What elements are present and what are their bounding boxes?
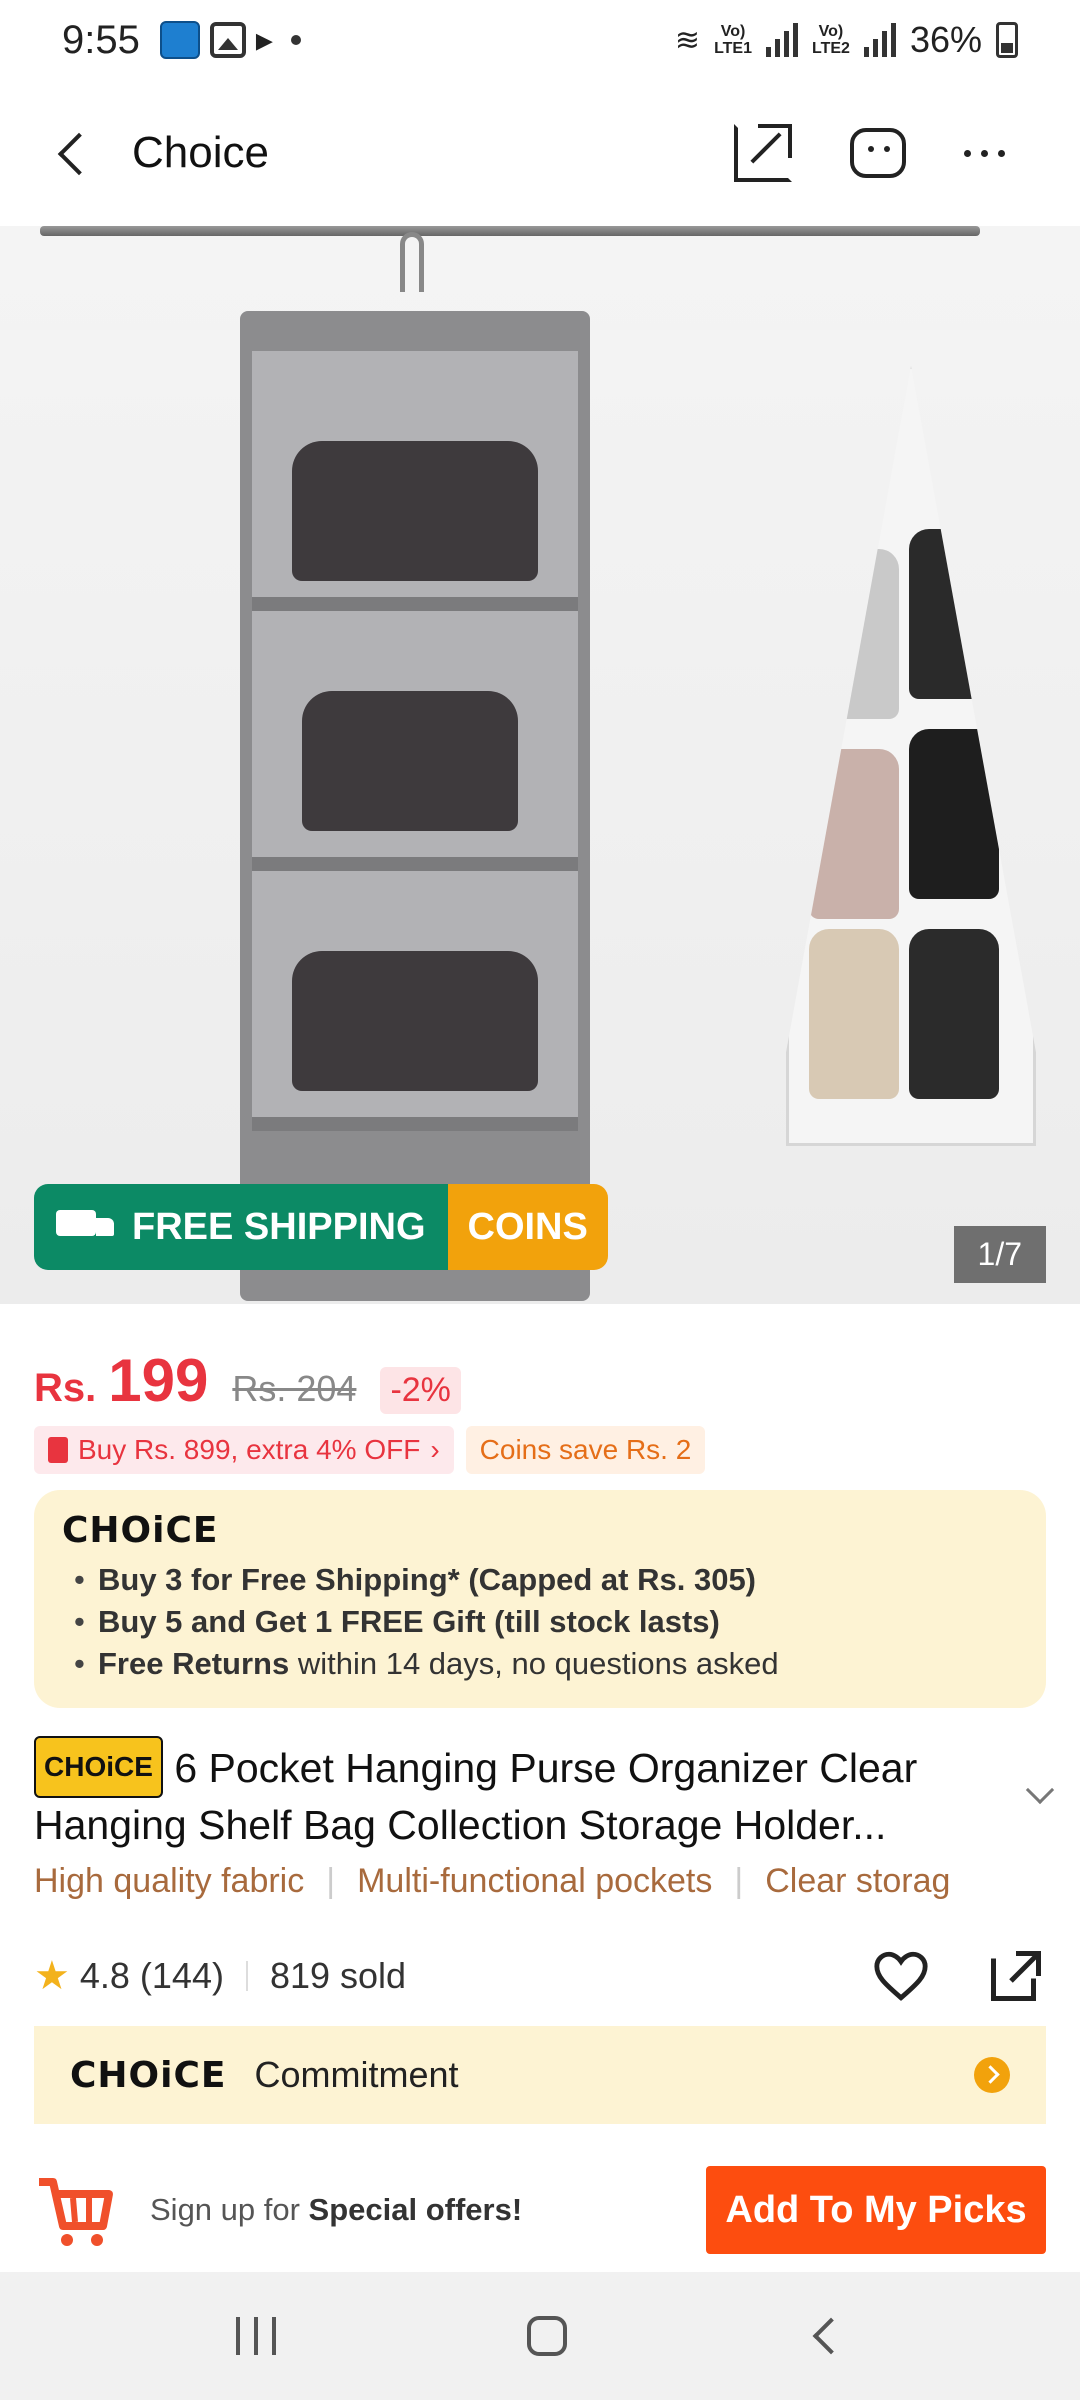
bundle-promo-label: Buy Rs. 899, extra 4% OFF [78,1434,421,1465]
hanger-hook [400,232,424,292]
bottom-action-bar: Sign up for Special offers! Add To My Pi… [0,2148,1080,2272]
battery-icon [996,22,1018,58]
feature-tag: Multi-functional pockets [357,1862,713,1900]
rating-count[interactable]: (144) [140,1955,224,1997]
status-bar: 9:55 ▸ ≋ Vo) LTE1 Vo) LTE2 36% [0,0,1080,80]
add-to-my-picks-button[interactable]: Add To My Picks [706,2166,1046,2254]
lte1-label: Vo) LTE1 [714,23,752,57]
lte2-label: Vo) LTE2 [812,23,850,57]
status-notifications: ▸ [159,20,301,60]
feature-tag: High quality fabric [34,1862,305,1900]
signal2-icon [863,23,896,57]
original-price: Rs. 204 [232,1368,357,1409]
rating-score[interactable]: 4.8 [80,1955,130,1997]
benefit-item: Buy 3 for Free Shipping* (Capped at Rs. … [62,1559,1018,1601]
signal1-icon [766,23,798,57]
price-row: Rs. 199 Rs. 204 -2% [34,1346,461,1415]
choice-badge: CHOiCE [34,1736,163,1798]
bundle-promo[interactable]: Buy Rs. 899, extra 4% OFF › [34,1426,454,1474]
discount-badge: -2% [380,1367,461,1414]
share-icon[interactable] [734,124,792,182]
choice-logo: CHOiCE [70,2054,227,2096]
choice-logo: CHOiCE [62,1510,219,1551]
customer-service-icon[interactable] [850,128,906,178]
expand-title-icon[interactable] [1025,1775,1055,1805]
price-currency: Rs. [34,1366,97,1410]
wishlist-heart-icon[interactable] [872,1949,930,2003]
star-icon: ★ [34,1954,70,1998]
media-notification-icon: ▸ [255,21,273,59]
wifi-icon: ≋ [674,23,701,57]
promo-row: Buy Rs. 899, extra 4% OFF › Coins save R… [34,1426,706,1474]
choice-commitment-bar[interactable]: CHOiCE Commitment [34,2026,1046,2124]
product-image-gallery[interactable]: FREE SHIPPING COINS 1/7 [0,226,1080,1304]
organizer-side-view-image [786,366,1036,1146]
truck-icon [56,1210,116,1244]
purse-organizer-image [240,311,590,1301]
commitment-label: Commitment [254,2054,459,2095]
sold-count: 819 sold [269,1955,407,1996]
app-notification-icon [159,21,200,59]
coupon-icon [48,1437,68,1463]
top-app-bar: Choice [0,80,1080,226]
back-icon[interactable] [40,123,100,183]
coins-badge: COINS [447,1184,608,1270]
page-title: Choice [132,128,269,177]
more-icon[interactable] [964,124,1022,182]
free-shipping-badge: FREE SHIPPING [34,1184,448,1270]
feature-tags: High quality fabric | Multi-functional p… [34,1862,1080,1901]
free-shipping-coins-banner: FREE SHIPPING COINS [34,1184,608,1270]
share-product-icon[interactable] [986,1946,1046,2006]
home-icon[interactable] [526,2316,567,2356]
choice-benefits-card: CHOiCE Buy 3 for Free Shipping* (Capped … [34,1490,1046,1708]
chevron-right-icon: › [430,1434,440,1465]
coins-label: COINS [467,1205,588,1248]
more-notifications-icon [290,35,301,45]
signup-prompt[interactable]: Sign up for Special offers! [150,2192,522,2228]
free-shipping-label: FREE SHIPPING [132,1205,426,1248]
arrow-right-icon [974,2057,1010,2093]
benefit-item: Free Returns within 14 days, no question… [62,1643,1018,1685]
status-right: ≋ Vo) LTE1 Vo) LTE2 36% [675,19,1018,61]
benefit-item: Buy 5 and Get 1 FREE Gift (till stock la… [62,1601,1018,1643]
battery-percent: 36% [909,19,982,60]
closet-rod [40,226,980,236]
feature-separator: | [326,1862,336,1900]
product-title-text: 6 Pocket Hanging Purse Organizer Clear H… [34,1745,918,1848]
feature-tag: Clear storag [765,1862,951,1900]
divider [245,1961,248,1991]
status-time: 9:55 [62,17,140,62]
system-back-icon[interactable] [812,2317,850,2355]
system-navigation-bar [0,2272,1080,2400]
recent-apps-icon[interactable] [235,2317,276,2355]
coins-promo: Coins save Rs. 2 [465,1426,706,1474]
rating-row: ★ 4.8 (144) 819 sold [34,1946,1046,2006]
cart-icon[interactable] [34,2170,116,2250]
gallery-notification-icon [209,22,246,58]
image-counter: 1/7 [953,1226,1046,1283]
choice-benefits-list: Buy 3 for Free Shipping* (Capped at Rs. … [62,1559,1018,1685]
feature-separator: | [734,1862,744,1900]
product-title[interactable]: CHOiCE 6 Pocket Hanging Purse Organizer … [34,1736,1024,1852]
price-value: 199 [108,1347,209,1414]
